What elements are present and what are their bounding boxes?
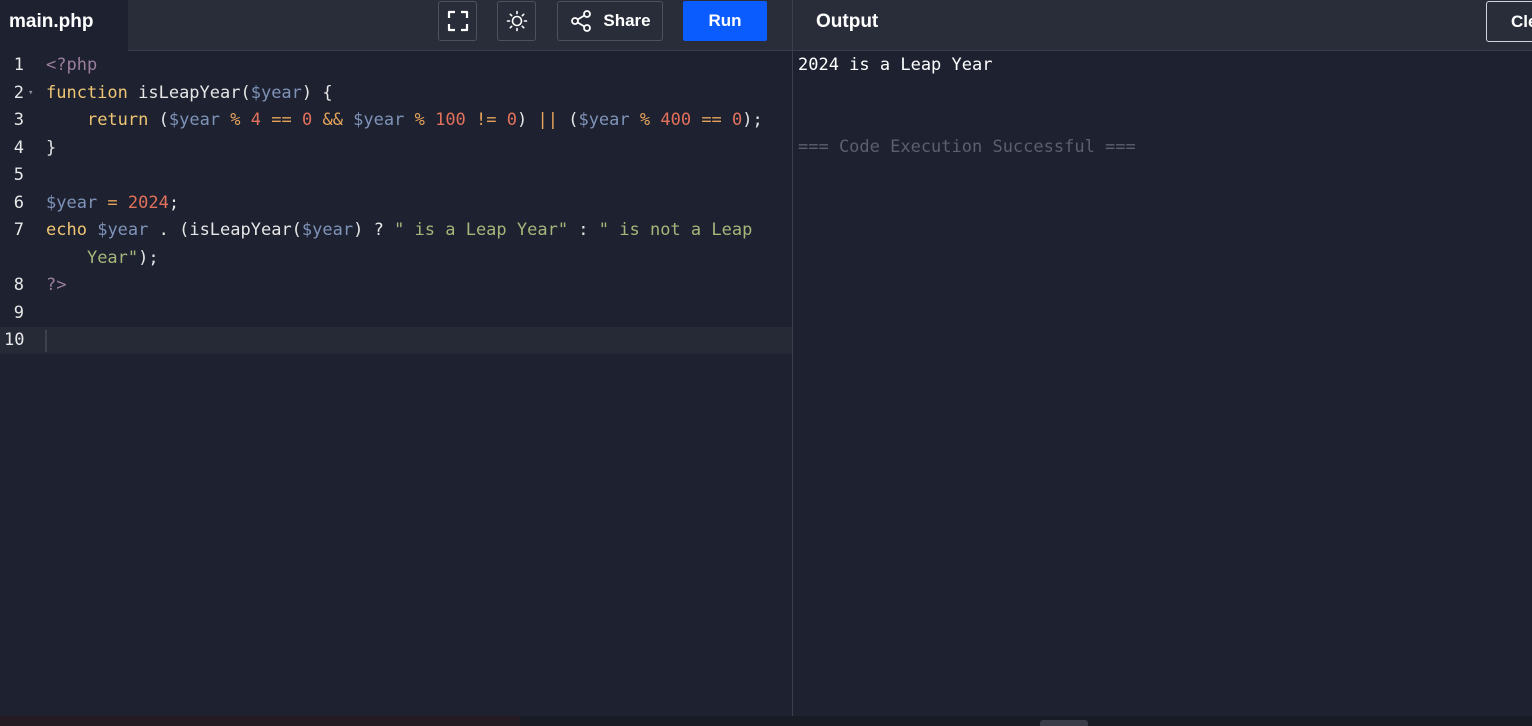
code-token: ) { [301, 82, 333, 103]
code-token: Year" [86, 247, 139, 268]
code-token: % [404, 110, 436, 130]
clear-button[interactable]: Clear [1486, 1, 1532, 42]
code-token: $year [578, 110, 630, 130]
fold-arrow-icon[interactable]: ▾ [28, 80, 33, 107]
code-token: % [629, 110, 661, 130]
output-title: Output [816, 11, 879, 32]
code-token: $year [250, 82, 302, 103]
top-bar: main.php Share Run Output Cl [0, 0, 1532, 52]
code-token: % [220, 110, 251, 130]
code-line[interactable]: 3 return ($year % 4 == 0 && $year % 100 … [0, 107, 792, 134]
pane-divider[interactable] [792, 0, 793, 716]
code-line[interactable]: 8 ?> [0, 272, 792, 299]
code-token: } [46, 137, 57, 158]
code-token: 4 [250, 110, 262, 130]
code-token: ; [168, 192, 180, 213]
code-line[interactable]: 6 $year = 2024; [0, 190, 792, 217]
line-number: 6 [13, 192, 24, 213]
code-line[interactable]: Year"); [0, 245, 792, 272]
code-token: isLeapYear( [127, 82, 251, 103]
code-token: $year [301, 220, 354, 240]
code-text: function isLeapYear($year) { [46, 80, 333, 107]
code-line[interactable]: 9 [0, 300, 792, 327]
code-token: 0 [732, 110, 743, 130]
share-button[interactable]: Share [557, 1, 663, 41]
theme-toggle-button[interactable] [497, 1, 536, 41]
output-result: 2024 is a Leap Year [798, 55, 993, 75]
code-text: $year = 2024; [46, 190, 179, 217]
code-token: || [537, 110, 558, 130]
code-text: Year"); [46, 245, 159, 272]
bottom-scroll-chip[interactable] [1040, 720, 1088, 726]
line-number: 1 [13, 55, 24, 75]
code-token: ); [138, 247, 159, 268]
code-editor[interactable]: 1 <?php 2 ▾ function isLeapYear($year) {3 re… [0, 52, 792, 716]
clear-label: Clear [1511, 12, 1532, 31]
code-token: 0 [506, 110, 517, 130]
run-button[interactable]: Run [683, 1, 767, 41]
online-compiler: main.php Share Run Output Cl 1 <?php 2 ▾… [0, 0, 1532, 726]
code-token: 100 [435, 110, 466, 130]
code-token: function [46, 82, 128, 103]
line-number: 7 [13, 220, 24, 240]
code-token: ) ? [353, 220, 395, 240]
code-token: $year [46, 192, 98, 213]
code-text: echo $year . (isLeapYear($year) ? " is a… [46, 217, 752, 244]
fullscreen-button[interactable] [438, 1, 477, 41]
code-token: ?> [46, 275, 67, 295]
run-label: Run [708, 11, 742, 30]
code-text: } [46, 135, 56, 162]
line-number: 5 [13, 165, 24, 185]
code-token: $year [168, 110, 221, 130]
code-token: 400 [660, 110, 692, 130]
code-token: " is not a Leap [598, 220, 753, 240]
file-tab-label: main.php [9, 11, 94, 32]
code-token: ( [148, 110, 169, 130]
code-token: $year [353, 110, 405, 130]
sun-icon [506, 10, 527, 32]
code-line[interactable]: 2 ▾ function isLeapYear($year) { [0, 80, 792, 107]
code-token: ) [517, 110, 538, 130]
code-token: != [465, 110, 507, 130]
bottom-strip [0, 716, 520, 726]
share-label: Share [603, 11, 651, 30]
code-token: == [261, 110, 302, 130]
code-token: ( [557, 110, 579, 130]
line-number: 3 [13, 110, 24, 130]
text-cursor [45, 330, 47, 352]
code-token: : [568, 220, 599, 240]
code-token: return [86, 110, 149, 130]
code-token: echo [46, 220, 87, 240]
code-token: && [312, 110, 354, 130]
code-line[interactable]: 1 <?php [0, 52, 792, 79]
code-text: <?php [46, 52, 97, 79]
code-token: = [97, 192, 128, 213]
code-token: <?php [46, 55, 98, 75]
code-text: ?> [46, 272, 66, 299]
code-token: 0 [301, 110, 313, 130]
line-number: 8 [13, 275, 24, 295]
fullscreen-icon [447, 10, 468, 32]
code-token: . (isLeapYear( [148, 220, 302, 240]
line-number: 2 [13, 82, 24, 103]
code-line[interactable]: 10 [0, 327, 792, 354]
code-token: ); [742, 110, 763, 130]
share-icon [571, 10, 592, 32]
code-token: 2024 [127, 192, 169, 213]
code-token: == [691, 110, 733, 130]
code-text: return ($year % 4 == 0 && $year % 100 !=… [46, 107, 763, 134]
code-line[interactable]: 7 echo $year . (isLeapYear($year) ? " is … [0, 217, 792, 244]
code-token: " is a Leap Year" [394, 220, 569, 240]
line-number: 10 [4, 330, 25, 350]
line-number: 9 [13, 302, 24, 323]
output-status: === Code Execution Successful === [798, 137, 1136, 157]
code-token: $year [97, 220, 149, 240]
code-line[interactable]: 5 [0, 162, 792, 189]
code-line[interactable]: 4} [0, 135, 792, 162]
line-number: 4 [13, 137, 24, 158]
file-tab-main-php[interactable]: main.php [0, 0, 128, 52]
